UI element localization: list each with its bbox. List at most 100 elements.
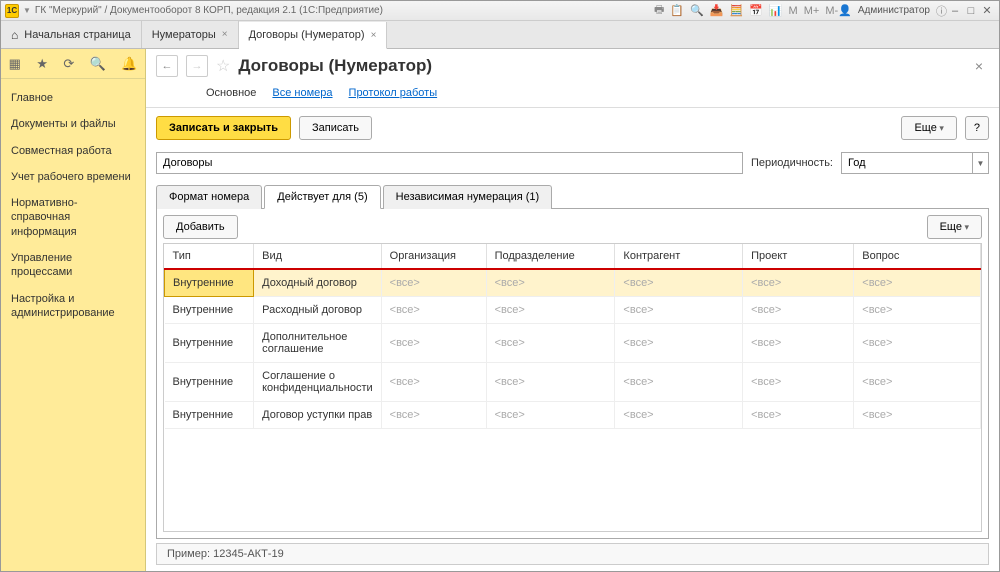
name-input[interactable] [156,152,743,174]
cell-all[interactable]: <все> [854,402,981,429]
table-row[interactable]: ВнутренниеДоговор уступки прав<все><все>… [165,402,981,429]
toolbar-icon[interactable]: 🖶 [654,1,664,20]
sidebar-item[interactable]: Документы и файлы [1,111,145,137]
sidebar-item[interactable]: Управление процессами [1,245,145,286]
cell-all[interactable]: <все> [381,402,486,429]
tab-close-icon[interactable]: × [371,30,377,41]
cell-all[interactable]: <все> [854,324,981,363]
inner-tab[interactable]: Формат номера [156,185,262,209]
document-tab[interactable]: Договоры (Нумератор)× [239,22,388,49]
table-row[interactable]: ВнутренниеДополнительное соглашение<все>… [165,324,981,363]
table-row[interactable]: ВнутренниеСоглашение о конфиденциальност… [165,363,981,402]
help-button[interactable]: ? [965,116,989,140]
sidebar-item[interactable]: Совместная работа [1,138,145,164]
table-row[interactable]: ВнутренниеРасходный договор<все><все><вс… [165,297,981,324]
cell-all[interactable]: <все> [615,363,743,402]
period-select[interactable]: ▼ [841,152,989,174]
cell-kind[interactable]: Дополнительное соглашение [254,324,382,363]
cell-all[interactable]: <все> [381,297,486,324]
toolbar-icon[interactable]: 📅 [749,4,763,17]
cell-all[interactable]: <все> [381,269,486,297]
toolbar-icon[interactable]: 🧮 [729,4,743,17]
cell-all[interactable]: <все> [743,402,854,429]
sidebar-icon[interactable]: 🔔 [121,56,137,72]
cell-kind[interactable]: Договор уступки прав [254,402,382,429]
toolbar-icon[interactable]: 📋 [670,4,684,17]
column-header[interactable]: Проект [743,244,854,269]
save-button[interactable]: Записать [299,116,372,140]
column-header[interactable]: Вид [254,244,382,269]
sidebar-item[interactable]: Нормативно-справочная информация [1,190,145,245]
toolbar-icon[interactable]: M- [825,5,838,17]
more-button[interactable]: Еще [901,116,956,140]
cell-all[interactable]: <все> [381,363,486,402]
save-close-button[interactable]: Записать и закрыть [156,116,291,140]
column-header[interactable]: Контрагент [615,244,743,269]
toolbar-icon[interactable]: M+ [804,5,820,17]
sidebar-icon[interactable]: ▦ [9,56,21,72]
period-value[interactable] [842,153,972,173]
sidebar-icon[interactable]: ★ [36,56,48,72]
tab-close-icon[interactable]: × [222,29,228,40]
sidebar-icon[interactable]: ⟳ [63,56,74,72]
cell-type[interactable]: Внутренние [165,269,254,297]
toolbar-icon[interactable]: 📊 [769,4,783,17]
inner-more-button[interactable]: Еще [927,215,982,239]
cell-all[interactable]: <все> [615,402,743,429]
document-tabs: ⌂Начальная страницаНумераторы×Договоры (… [1,21,999,49]
column-header[interactable]: Вопрос [854,244,981,269]
cell-kind[interactable]: Расходный договор [254,297,382,324]
cell-type[interactable]: Внутренние [165,363,254,402]
document-tab[interactable]: ⌂Начальная страница [1,21,142,48]
sidebar-item[interactable]: Настройка и администрирование [1,286,145,327]
favorite-star-icon[interactable]: ☆ [216,56,230,76]
cell-all[interactable]: <все> [854,269,981,297]
cell-all[interactable]: <все> [854,363,981,402]
subnav-link[interactable]: Основное [206,87,256,99]
cell-kind[interactable]: Доходный договор [254,269,382,297]
cell-all[interactable]: <все> [743,324,854,363]
cell-all[interactable]: <все> [743,269,854,297]
subnav-link[interactable]: Протокол работы [349,87,438,99]
cell-type[interactable]: Внутренние [165,297,254,324]
cell-kind[interactable]: Соглашение о конфиденциальности [254,363,382,402]
cell-all[interactable]: <все> [615,297,743,324]
cell-all[interactable]: <все> [486,402,615,429]
sidebar-item[interactable]: Главное [1,85,145,111]
document-tab[interactable]: Нумераторы× [142,21,239,48]
sidebar-icon[interactable]: 🔍 [90,56,106,72]
window-minimize[interactable]: – [947,5,963,17]
cell-type[interactable]: Внутренние [165,402,254,429]
cell-all[interactable]: <все> [743,297,854,324]
cell-all[interactable]: <все> [615,324,743,363]
dropdown-arrow-icon[interactable]: ▼ [972,153,988,173]
cell-all[interactable]: <все> [486,363,615,402]
toolbar-icon[interactable]: 🔍 [690,4,704,17]
cell-all[interactable]: <все> [381,324,486,363]
table-row[interactable]: ВнутренниеДоходный договор<все><все><все… [165,269,981,297]
cell-all[interactable]: <все> [486,269,615,297]
column-header[interactable]: Подразделение [486,244,615,269]
subnav-link[interactable]: Все номера [272,87,332,99]
add-button[interactable]: Добавить [163,215,238,239]
toolbar-icon[interactable]: 📥 [710,4,724,17]
window-close[interactable]: ✕ [979,4,995,17]
page-close-button[interactable]: × [969,58,989,74]
info-icon[interactable]: ⓘ [936,3,947,19]
inner-tab[interactable]: Независимая нумерация (1) [383,185,553,209]
toolbar-icon[interactable]: M [789,5,798,17]
cell-all[interactable]: <все> [854,297,981,324]
column-header[interactable]: Организация [381,244,486,269]
cell-all[interactable]: <все> [743,363,854,402]
cell-all[interactable]: <все> [486,297,615,324]
window-maximize[interactable]: □ [963,5,979,17]
app-menu-dropdown[interactable]: ▼ [23,6,31,15]
nav-back-button[interactable]: ← [156,55,178,77]
cell-all[interactable]: <все> [615,269,743,297]
column-header[interactable]: Тип [165,244,254,269]
cell-type[interactable]: Внутренние [165,324,254,363]
inner-tab[interactable]: Действует для (5) [264,185,380,209]
sidebar-item[interactable]: Учет рабочего времени [1,164,145,190]
cell-all[interactable]: <все> [486,324,615,363]
tab-content: Добавить Еще ТипВидОрганизацияПодразделе… [156,209,989,539]
